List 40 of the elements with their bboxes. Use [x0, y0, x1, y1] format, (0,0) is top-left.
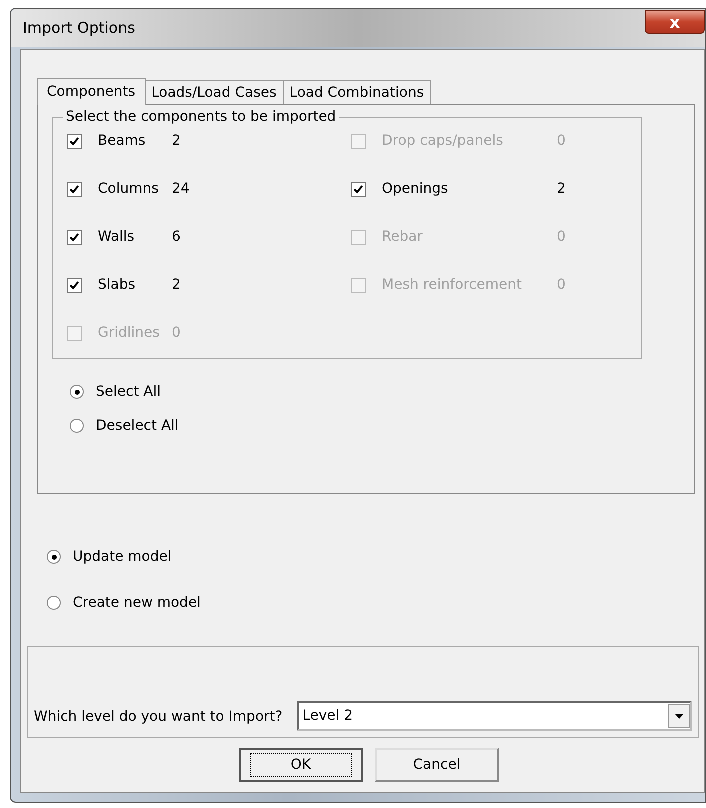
count: 0 [172, 325, 181, 341]
cancel-button[interactable]: Cancel [375, 748, 499, 782]
close-button[interactable]: x [645, 10, 705, 34]
count: 0 [557, 229, 566, 245]
count: 2 [172, 277, 181, 293]
checkbox-label: Mesh reinforcement [382, 277, 523, 293]
checkbox-label: Drop caps/panels [382, 133, 504, 149]
checkbox[interactable] [67, 182, 82, 196]
radio-button[interactable] [70, 385, 84, 399]
ok-button[interactable]: OK [239, 748, 363, 782]
count: 2 [172, 133, 181, 149]
checkbox-label: Beams [98, 133, 147, 149]
count: 0 [557, 133, 566, 149]
checkbox-label: Rebar [382, 229, 424, 245]
count: 24 [172, 181, 190, 197]
count: 2 [557, 181, 566, 197]
radio-button[interactable] [47, 596, 61, 610]
radio-button[interactable] [47, 550, 61, 564]
checkbox[interactable] [351, 182, 366, 196]
radio-button[interactable] [70, 419, 84, 433]
checkbox-label: Columns [98, 181, 160, 197]
radio-label: Update model [73, 549, 172, 565]
checkbox-label: Gridlines [98, 325, 161, 341]
tab[interactable]: Components [37, 78, 146, 105]
checkbox[interactable] [67, 230, 82, 244]
group-title: Select the components to be imported [65, 109, 338, 125]
window-title: Import Options [23, 19, 136, 37]
checkbox[interactable] [67, 134, 82, 148]
checkbox-label: Walls [98, 229, 136, 245]
checkbox-label: Slabs [98, 277, 137, 293]
level-dropdown[interactable]: Level 2 [296, 701, 692, 731]
tab[interactable]: Load Combinations [282, 80, 432, 104]
count: 6 [172, 229, 181, 245]
level-label: Which level do you want to Import? [34, 709, 283, 725]
radio-label: Create new model [73, 595, 201, 611]
checkbox-label: Openings [382, 181, 450, 197]
radio-label: Select All [96, 384, 161, 400]
radio-label: Deselect All [96, 418, 179, 434]
checkbox[interactable] [67, 278, 82, 292]
count: 0 [557, 277, 566, 293]
